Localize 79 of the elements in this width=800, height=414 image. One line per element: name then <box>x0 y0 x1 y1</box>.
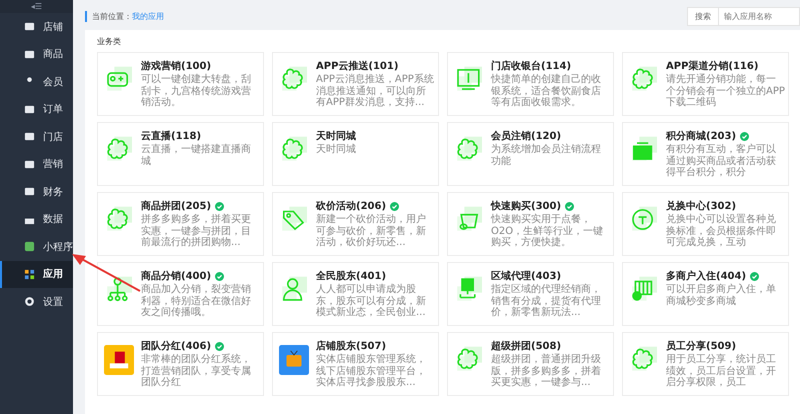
app-description: 天时同城 <box>316 144 356 156</box>
app-card[interactable]: 商品分销(400) 商品加入分销，裂变营销利器，特别适合在微信好友之间传播哦。 <box>97 262 264 326</box>
app-description: 非常棒的团队分红系统，打造营销团队，享受专属团队分红 <box>141 354 252 388</box>
app-title: 员工分享(509) <box>666 339 736 353</box>
app-description: 可以开启多商户入住，单商城秒变多商城 <box>666 284 777 307</box>
app-card[interactable]: 积分商城(203) 有积分有互动，客户可以通过购买商品或者活动获得平台积分，积分 <box>622 122 789 186</box>
section-title: 业务类 <box>97 36 122 47</box>
sidebar-item[interactable]: 商品 <box>0 40 73 68</box>
search-button[interactable]: 搜索 <box>687 6 719 26</box>
app-card[interactable]: 会员注销(120) 为系统增加会员注销流程功能 <box>447 122 614 186</box>
app-title: 门店收银台(114) <box>491 59 572 73</box>
sidebar-item[interactable]: 会员 <box>0 68 73 96</box>
app-description: 商品加入分销，裂变营销利器，特别适合在微信好友之间传播哦。 <box>141 284 252 318</box>
app-card[interactable]: 区域代理(403) 指定区域的代理经销商，销售有分成，提货有代理价，新零售新玩法... <box>447 262 614 326</box>
app-card[interactable]: 门店收银台(114) 快捷简单的创建自己的收银系统，适合餐饮副食店等有店面收银需求。 <box>447 52 614 116</box>
app-card[interactable]: 砍价活动(206) 新建一个砍价活动，用户可参与砍价，新零售，新活动，砍价好玩还... <box>272 192 439 256</box>
tv-icon <box>279 345 309 375</box>
breadcrumb-label: 当前位置： <box>92 12 132 20</box>
sidebar-item[interactable]: 设置 <box>0 288 73 316</box>
sidebar-item[interactable]: 营销 <box>0 150 73 178</box>
app-description: 人人都可以申请成为股东，股东可以有分成，新模式新业态，全民创业... <box>316 284 427 318</box>
app-card[interactable]: 游戏营销(100) 可以一键创建大转盘，刮刮卡，九宫格传统游戏营销活动。 <box>97 52 264 116</box>
app-title: 团队分红(406) <box>141 340 212 353</box>
app-title: 快速购买(300) <box>491 200 562 213</box>
settings-icon <box>24 296 35 308</box>
app-description: APP云消息推送，APP系统消息推送通知，可以向所有APP群发消息，支持... <box>316 74 435 108</box>
sidebar-item[interactable]: 财务 <box>0 178 73 206</box>
app-title: 区域代理(403) <box>491 270 562 283</box>
app-title: 会员注销(120) <box>491 129 562 143</box>
app-card[interactable]: 员工分享(509) 用于员工分享，统计员工绩效，员工后台设置，开启分享权限，员工 <box>622 332 789 396</box>
search-field[interactable]: 输入应用名称 <box>719 6 800 26</box>
sidebar-item[interactable]: 小程序 <box>0 233 73 260</box>
app-title: APP云推送(101) <box>316 60 398 73</box>
app-description: 快速购买实用于点餐，O2O，生鲜等行业，一键购买，方便快捷。 <box>491 214 604 248</box>
app-card[interactable]: 超级拼团(508) 超级拼团，普通拼团升级版，拼多多购多多，拼着买更实惠，一键参与... <box>447 332 614 396</box>
app-card[interactable]: 全民股东(401) 人人都可以申请成为股东，股东可以有分成，新模式新业态，全民创业... <box>272 262 439 326</box>
app-title: 游戏营销(100) <box>141 60 212 73</box>
sidebar-item[interactable]: 门店 <box>0 123 73 150</box>
app-title: 商品拼团(205) <box>141 199 212 213</box>
app-description: 快捷简单的创建自己的收银系统，适合餐饮副食店等有店面收银需求。 <box>491 74 602 108</box>
app-description: 新建一个砍价活动，用户可参与砍价，新零售，新活动，砍价好玩还... <box>316 214 427 248</box>
app-card[interactable]: 天时同城 天时同城 <box>272 122 439 186</box>
app-card[interactable]: 快速购买(300) 快速购买实用于点餐，O2O，生鲜等行业，一键购买，方便快捷。 <box>447 192 614 256</box>
app-description: 实体店铺股东管理系统，线下店铺股东管理平台，实体店寻找参股股东... <box>316 354 427 388</box>
sidebar-item[interactable]: 店铺 <box>0 13 73 40</box>
app-title: APP渠道分销(116) <box>666 60 758 73</box>
annotation-arrow <box>72 253 142 293</box>
app-card[interactable]: APP云推送(101) APP云消息推送，APP系统消息推送通知，可以向所有APP群发消息，支持... <box>272 52 439 116</box>
app-title: 兑换中心(302) <box>666 199 736 213</box>
app-title: 天时同城 <box>316 130 356 143</box>
app-card[interactable]: 团队分红(406) 非常棒的团队分红系统，打造营销团队，享受专属团队分红 <box>97 332 264 396</box>
sidebar-item[interactable]: 订单 <box>0 96 73 123</box>
app-description: 超级拼团，普通拼团升级版，拼多多购多多，拼着买更实惠，一键参与... <box>491 354 602 388</box>
sidebar-item[interactable]: 数据 <box>0 206 73 233</box>
sidebar-item[interactable]: 应用 <box>0 260 73 288</box>
collapse-toggle[interactable]: ◂☰ <box>0 0 73 13</box>
app-card[interactable]: 云直播(118) 云直播，一键搭建直播商城 <box>97 122 264 186</box>
app-description: 用于员工分享，统计员工绩效，员工后台设置，开启分享权限，员工 <box>666 354 777 388</box>
app-title: 云直播(118) <box>141 130 202 143</box>
app-description: 兑换中心可以设置各种兑换标准，会员根据条件即可完成兑换，互动 <box>666 214 777 248</box>
app-title: 多商户入住(404) <box>666 269 746 283</box>
app-description: 请先开通分销功能，每一个分销会有一个独立的APP下载二维码 <box>666 74 785 108</box>
app-card[interactable]: 多商户入住(404) 可以开启多商户入住，单商城秒变多商城 <box>622 262 789 326</box>
app-description: 指定区域的代理经销商，销售有分成，提货有代理价，新零售新玩法... <box>491 284 602 318</box>
app-card[interactable]: 店铺股东(507) 实体店铺股东管理系统，线下店铺股东管理平台，实体店寻找参股股东... <box>272 332 439 396</box>
app-title: 全民股东(401) <box>316 269 386 283</box>
app-description: 有积分有互动，客户可以通过购买商品或者活动获得平台积分，积分 <box>666 144 777 178</box>
app-description: 云直播，一键搭建直播商城 <box>141 144 252 167</box>
app-description: 为系统增加会员注销流程功能 <box>491 144 602 167</box>
app-card[interactable]: 兑换中心(302) 兑换中心可以设置各种兑换标准，会员根据条件即可完成兑换，互动 <box>622 192 789 256</box>
app-description: 拼多多购多多，拼着买更实惠，一键参与拼团，目前最流行的拼团购物... <box>141 214 252 248</box>
app-title: 店铺股东(507) <box>316 339 386 353</box>
app-title: 砍价活动(206) <box>316 200 386 213</box>
app-title: 积分商城(203) <box>666 129 736 143</box>
app-card[interactable]: 商品拼团(205) 拼多多购多多，拼着买更实惠，一键参与拼团，目前最流行的拼团购物... <box>97 192 264 256</box>
app-card[interactable]: APP渠道分销(116) 请先开通分销功能，每一个分销会有一个独立的APP下载二维码 <box>622 52 789 116</box>
app-title: 商品分销(400) <box>141 269 212 283</box>
app-description: 可以一键创建大转盘，刮刮卡，九宫格传统游戏营销活动。 <box>141 74 252 108</box>
app-title: 超级拼团(508) <box>491 340 562 353</box>
